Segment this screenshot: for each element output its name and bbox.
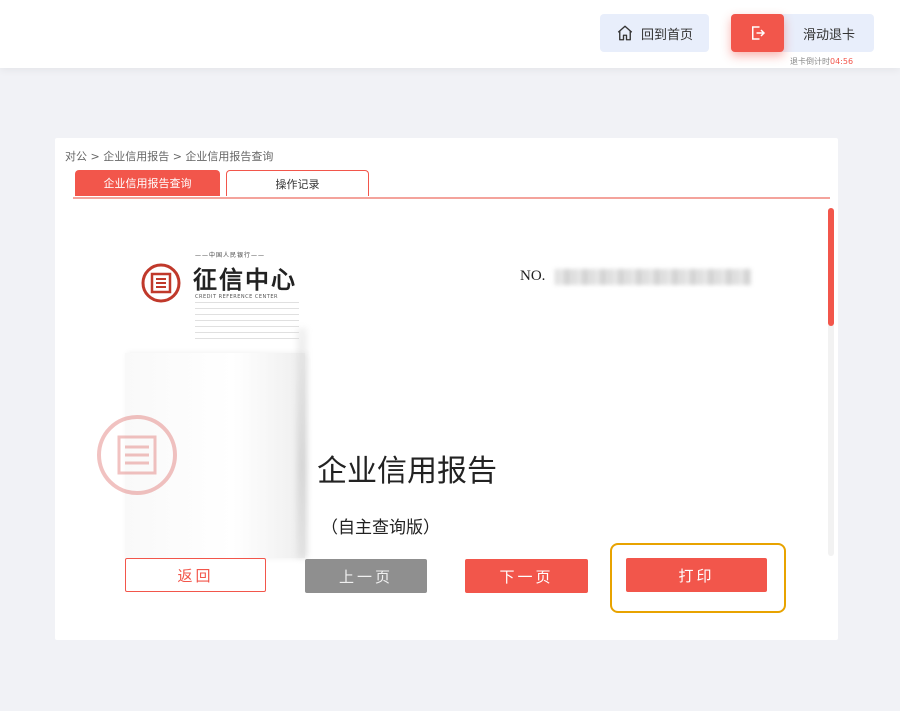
print-button[interactable]: 打印 — [626, 558, 767, 592]
exit-icon-box[interactable] — [731, 14, 784, 52]
exit-countdown: 退卡倒计时04:56 — [790, 56, 853, 67]
org-small-top: ——中国人民银行—— — [195, 252, 266, 259]
faint-seal-icon — [97, 415, 177, 495]
countdown-prefix: 退卡倒计时 — [790, 57, 830, 66]
report-number-redacted — [555, 269, 751, 285]
main-panel: 对公 > 企业信用报告 > 企业信用报告查询 企业信用报告查询 操作记录 ——中… — [55, 138, 838, 640]
exit-card-label: 滑动退卡 — [802, 27, 855, 43]
report-scrollbar-thumb[interactable] — [828, 208, 834, 326]
org-fine-print — [195, 302, 299, 342]
back-button[interactable]: 返回 — [125, 558, 266, 592]
tab-underline — [73, 197, 830, 199]
report-preview: ——中国人民银行—— 征信中心 CREDIT REFERENCE CENTER … — [97, 228, 775, 558]
report-subtitle: （自主查询版） — [321, 518, 440, 538]
report-number-label: NO. — [520, 268, 546, 284]
org-title: 征信中心 — [193, 265, 297, 294]
org-subtitle: CREDIT REFERENCE CENTER — [195, 294, 278, 300]
next-page-button[interactable]: 下一页 — [465, 559, 588, 593]
credit-center-logo-icon — [141, 263, 181, 303]
tab-credit-report-query[interactable]: 企业信用报告查询 — [75, 170, 220, 196]
report-overlay-shadow — [297, 328, 307, 558]
home-button[interactable]: 回到首页 — [600, 14, 709, 52]
top-bar: 回到首页 滑动退卡 退卡倒计时04:56 — [0, 0, 900, 68]
countdown-time: 04:56 — [830, 57, 854, 66]
previous-page-button[interactable]: 上一页 — [305, 559, 427, 593]
breadcrumb: 对公 > 企业信用报告 > 企业信用报告查询 — [65, 150, 274, 163]
exit-card-button[interactable]: 滑动退卡 — [731, 14, 874, 52]
home-button-label: 回到首页 — [640, 27, 693, 43]
report-scrollbar[interactable] — [828, 208, 834, 556]
tab-operation-log[interactable]: 操作记录 — [226, 170, 369, 196]
exit-icon — [751, 26, 765, 40]
report-title: 企业信用报告 — [317, 454, 497, 489]
home-icon — [617, 25, 633, 41]
